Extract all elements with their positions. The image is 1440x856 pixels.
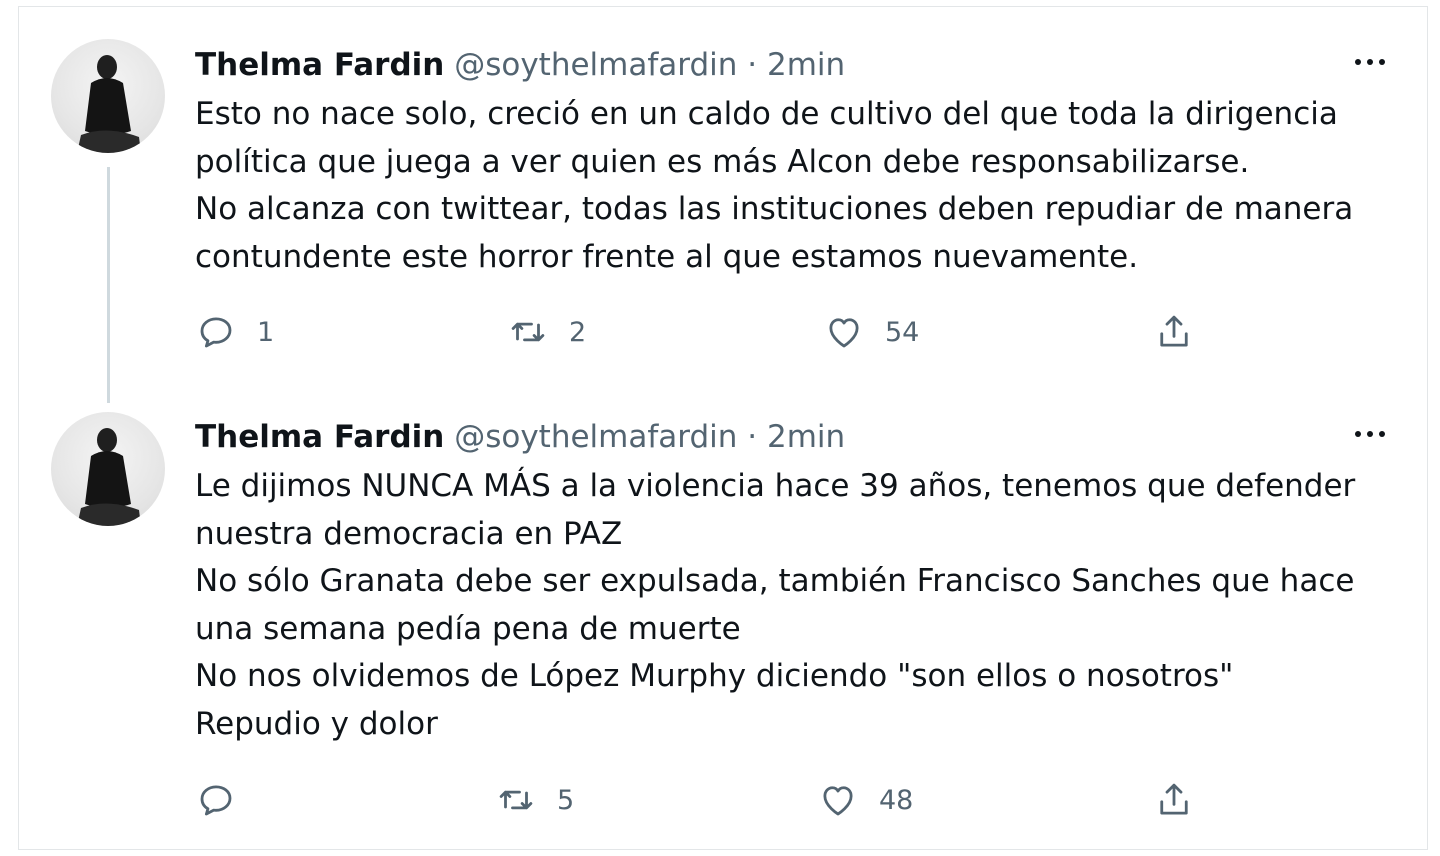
retweet-count: 5 [557, 784, 575, 816]
author-handle[interactable]: @soythelmafardin [454, 47, 737, 83]
reply-count: 1 [257, 316, 275, 348]
like-button[interactable]: 48 [817, 775, 913, 825]
retweet-icon [499, 790, 533, 810]
reply-button[interactable]: 1 [195, 307, 274, 357]
tweet-text-line: Le dijimos NUNCA MÁS a la violencia hace… [195, 468, 1356, 504]
retweet-count: 2 [569, 316, 587, 348]
tweet-text-line: nuestra democracia en PAZ [195, 515, 623, 552]
reply-button[interactable] [195, 775, 257, 825]
tweet-text-line: contundente este horror frente al que es… [195, 238, 1139, 275]
like-button[interactable]: 54 [823, 307, 919, 357]
tweet-thread-card: Thelma Fardin @soythelmafardin · 2min Es… [18, 6, 1428, 850]
share-icon [1160, 783, 1188, 815]
share-icon [1160, 315, 1188, 347]
author-name[interactable]: Thelma Fardin [195, 47, 444, 83]
tweet[interactable]: Thelma Fardin @soythelmafardin · 2min Le… [19, 379, 1427, 849]
author-name[interactable]: Thelma Fardin [195, 419, 444, 455]
reply-icon [200, 785, 232, 816]
tweet-header: Thelma Fardin @soythelmafardin · 2min [195, 417, 845, 457]
tweet-text-line: Repudio y dolor [195, 705, 438, 742]
tweet-text: Esto no nace solo, creció en un caldo de… [195, 91, 1405, 281]
share-button[interactable] [1153, 307, 1195, 357]
tweet-actions: 5 48 [195, 775, 1395, 825]
retweet-button[interactable]: 5 [495, 775, 574, 825]
tweet-text-line: Esto no nace solo, creció en un caldo de… [195, 96, 1338, 132]
like-count: 54 [885, 316, 920, 348]
separator-dot: · [747, 419, 758, 455]
tweet-header: Thelma Fardin @soythelmafardin · 2min [195, 45, 845, 85]
tweet-text-line: No nos olvidemos de López Murphy diciend… [195, 658, 1234, 694]
timestamp[interactable]: 2min [767, 47, 845, 83]
heart-icon [823, 786, 853, 816]
retweet-icon [511, 322, 545, 342]
share-button[interactable] [1153, 775, 1195, 825]
heart-icon [829, 318, 859, 348]
avatar[interactable] [51, 39, 165, 153]
tweet[interactable]: Thelma Fardin @soythelmafardin · 2min Es… [19, 7, 1427, 403]
tweet-text-line: política que juega a ver quien es más Al… [195, 143, 1250, 180]
tweet-actions: 1 2 54 [195, 307, 1395, 357]
thread-connector [107, 167, 110, 403]
more-icon[interactable] [1353, 51, 1387, 71]
more-icon[interactable] [1353, 423, 1387, 443]
like-count: 48 [879, 784, 914, 816]
author-handle[interactable]: @soythelmafardin [454, 419, 737, 455]
timestamp[interactable]: 2min [767, 419, 845, 455]
separator-dot: · [747, 47, 758, 83]
tweet-text: Le dijimos NUNCA MÁS a la violencia hace… [195, 463, 1405, 748]
tweet-text-line: No sólo Granata debe ser expulsada, tamb… [195, 563, 1355, 599]
tweet-text-line: una semana pedía pena de muerte [195, 610, 741, 647]
tweet-text-line: No alcanza con twittear, todas las insti… [195, 191, 1354, 227]
reply-icon [200, 317, 232, 348]
retweet-button[interactable]: 2 [507, 307, 586, 357]
avatar[interactable] [51, 412, 165, 526]
